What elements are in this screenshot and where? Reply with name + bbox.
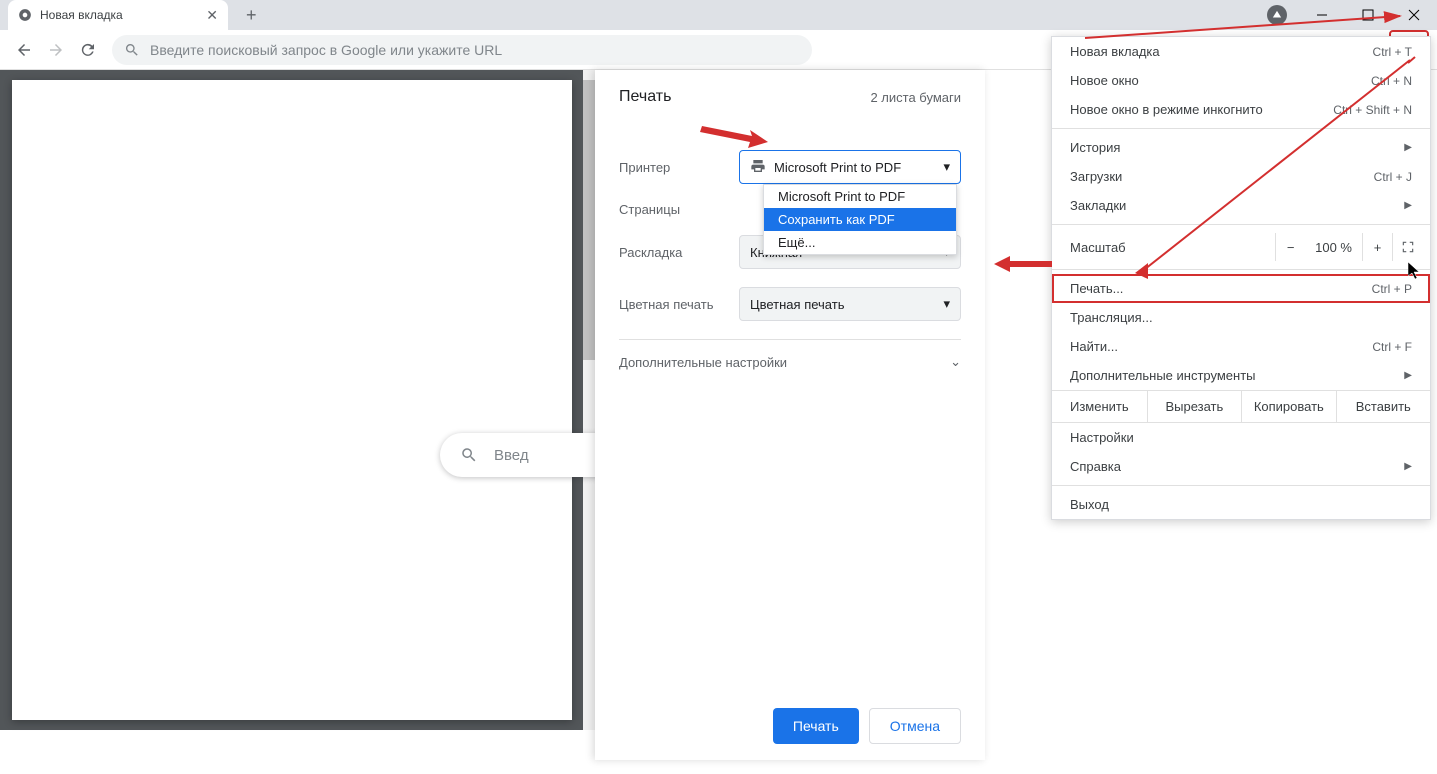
menu-more-tools[interactable]: Дополнительные инструменты▶: [1052, 361, 1430, 390]
address-bar[interactable]: Введите поисковый запрос в Google или ук…: [112, 35, 812, 65]
preview-scrollbar[interactable]: [583, 70, 595, 730]
menu-exit[interactable]: Выход: [1052, 490, 1430, 519]
menu-bookmarks[interactable]: Закладки▶: [1052, 191, 1430, 220]
submenu-arrow-icon: ▶: [1404, 461, 1412, 472]
new-tab-button[interactable]: +: [238, 5, 265, 26]
print-button[interactable]: Печать: [773, 708, 859, 744]
menu-new-window[interactable]: Новое окноCtrl + N: [1052, 66, 1430, 95]
cancel-button[interactable]: Отмена: [869, 708, 961, 744]
menu-history[interactable]: История▶: [1052, 133, 1430, 162]
menu-print[interactable]: Печать...Ctrl + P: [1052, 274, 1430, 303]
color-select[interactable]: Цветная печать ▾: [739, 287, 961, 321]
search-placeholder: Введ: [494, 447, 529, 464]
submenu-arrow-icon: ▶: [1404, 142, 1412, 153]
omnibox-placeholder: Введите поисковый запрос в Google или ук…: [150, 42, 502, 58]
search-icon: [460, 446, 478, 464]
menu-separator: [1052, 224, 1430, 225]
layout-label: Раскладка: [619, 245, 739, 260]
print-dialog-title: Печать: [619, 88, 671, 106]
printer-label: Принтер: [619, 160, 739, 175]
printer-option-save-pdf[interactable]: Сохранить как PDF: [764, 208, 956, 231]
menu-paste[interactable]: Вставить: [1336, 391, 1430, 422]
maximize-button[interactable]: [1345, 0, 1391, 30]
menu-zoom-row: Масштаб − 100 % +: [1052, 229, 1430, 265]
menu-edit-row: Изменить Вырезать Копировать Вставить: [1052, 390, 1430, 423]
print-preview-page: [12, 80, 572, 720]
menu-copy[interactable]: Копировать: [1241, 391, 1335, 422]
reload-button[interactable]: [72, 34, 104, 66]
browser-tab[interactable]: Новая вкладка ✕: [8, 0, 228, 30]
close-window-button[interactable]: [1391, 0, 1437, 30]
menu-separator: [1052, 128, 1430, 129]
menu-cut[interactable]: Вырезать: [1147, 391, 1241, 422]
chrome-icon: [18, 8, 32, 22]
menu-downloads[interactable]: ЗагрузкиCtrl + J: [1052, 162, 1430, 191]
menu-separator: [1052, 485, 1430, 486]
menu-help[interactable]: Справка▶: [1052, 452, 1430, 481]
menu-find[interactable]: Найти...Ctrl + F: [1052, 332, 1430, 361]
pages-label: Страницы: [619, 202, 739, 217]
caret-down-icon: ▾: [943, 159, 950, 175]
printer-select[interactable]: Microsoft Print to PDF ▾: [739, 150, 961, 184]
printer-icon: [750, 158, 766, 177]
more-settings-toggle[interactable]: Дополнительные настройки ⌄: [619, 340, 961, 384]
submenu-arrow-icon: ▶: [1404, 370, 1412, 381]
menu-settings[interactable]: Настройки: [1052, 423, 1430, 452]
fullscreen-button[interactable]: [1392, 233, 1422, 261]
scrollbar-thumb[interactable]: [583, 80, 595, 360]
minimize-button[interactable]: [1299, 0, 1345, 30]
chrome-menu: Новая вкладкаCtrl + T Новое окноCtrl + N…: [1051, 36, 1431, 520]
tab-close-icon[interactable]: ✕: [206, 7, 218, 24]
menu-separator: [1052, 269, 1430, 270]
submenu-arrow-icon: ▶: [1404, 200, 1412, 211]
zoom-out-button[interactable]: −: [1275, 233, 1305, 261]
print-dialog: Печать 2 листа бумаги Принтер Microsoft …: [595, 70, 985, 760]
menu-new-tab[interactable]: Новая вкладкаCtrl + T: [1052, 37, 1430, 66]
menu-cast[interactable]: Трансляция...: [1052, 303, 1430, 332]
printer-option-ms-pdf[interactable]: Microsoft Print to PDF: [764, 185, 956, 208]
printer-dropdown: Microsoft Print to PDF Сохранить как PDF…: [763, 184, 957, 255]
printer-option-more[interactable]: Ещё...: [764, 231, 956, 254]
window-controls: [1299, 0, 1437, 30]
printer-value: Microsoft Print to PDF: [774, 160, 901, 175]
profile-badge-icon[interactable]: [1267, 5, 1287, 25]
zoom-value: 100 %: [1305, 240, 1362, 255]
back-button[interactable]: [8, 34, 40, 66]
print-preview-column: [0, 70, 595, 730]
forward-button[interactable]: [40, 34, 72, 66]
tab-title: Новая вкладка: [40, 8, 123, 22]
color-value: Цветная печать: [750, 297, 844, 312]
search-icon: [124, 42, 140, 58]
menu-edit-label: Изменить: [1052, 391, 1147, 422]
caret-down-icon: ▾: [943, 296, 950, 312]
mouse-cursor-icon: [1408, 262, 1422, 280]
menu-incognito[interactable]: Новое окно в режиме инкогнитоCtrl + Shif…: [1052, 95, 1430, 124]
chevron-down-icon: ⌄: [950, 354, 961, 370]
more-settings-label: Дополнительные настройки: [619, 355, 787, 370]
color-label: Цветная печать: [619, 297, 739, 312]
zoom-in-button[interactable]: +: [1362, 233, 1392, 261]
window-titlebar: Новая вкладка ✕ +: [0, 0, 1437, 30]
print-summary: 2 листа бумаги: [870, 90, 961, 105]
